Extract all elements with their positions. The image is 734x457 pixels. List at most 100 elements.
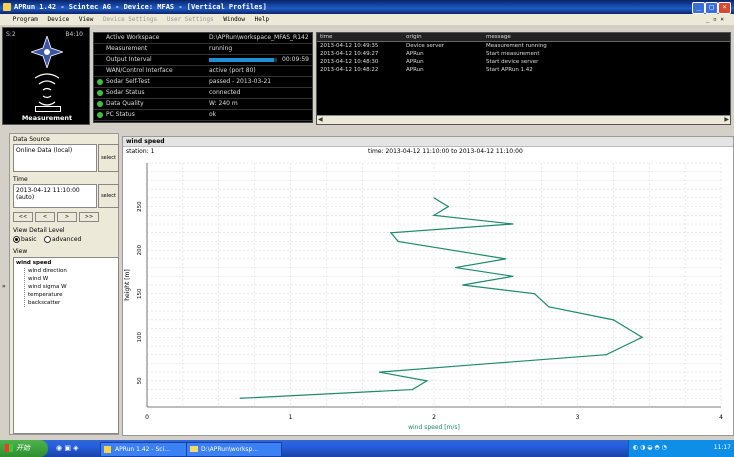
start-button[interactable]: 开始 xyxy=(0,440,48,457)
data-source-label: Data Source xyxy=(13,136,50,143)
message-time: 2013-04-12 10:48:22 xyxy=(320,67,379,73)
message-text: Start device server xyxy=(486,59,539,65)
col-time-header: time xyxy=(320,34,333,40)
menu-program[interactable]: Program xyxy=(13,16,38,23)
status-key: Measurement xyxy=(106,45,148,52)
view-detail-label: View Detail Level xyxy=(13,227,65,234)
close-button[interactable]: × xyxy=(718,2,731,14)
data-point xyxy=(433,214,435,216)
mdi-controls[interactable]: _ ▫ × xyxy=(706,14,724,25)
basic-radio[interactable] xyxy=(13,236,20,243)
status-ok-icon xyxy=(97,112,103,118)
tree-item[interactable]: wind speed xyxy=(16,260,51,267)
status-value: passed - 2013-03-21 xyxy=(209,78,272,85)
data-point xyxy=(397,240,399,243)
task-folder[interactable]: D:\APRun\worksp... xyxy=(186,442,282,457)
chart-panel: wind speed station: 1 time: 2013-04-12 1… xyxy=(122,136,734,436)
message-log-scrollbar[interactable]: ◀ ▶ xyxy=(317,115,730,124)
message-row[interactable]: 2013-04-12 10:48:30 APRun Start device ser… xyxy=(317,58,730,66)
menu-view[interactable]: View xyxy=(79,16,93,23)
taskbar: 开始 ◉ ▣ ◈ APRun 1.42 - Sci... D:\APRun\wo… xyxy=(0,440,734,457)
status-value: D:\APRun\workspace_MFAS_R142 xyxy=(209,34,309,41)
y-tick-label: 50 xyxy=(137,377,143,384)
x-tick-label: 4 xyxy=(719,414,723,421)
data-point xyxy=(505,258,507,260)
menu-window[interactable]: Window xyxy=(223,16,245,23)
measurement-panel[interactable]: S:2 B4:10 Measurement xyxy=(2,27,90,125)
menu-device[interactable]: Device xyxy=(48,16,70,23)
next-button[interactable]: > xyxy=(57,212,77,222)
status-value: 00:09:59 xyxy=(282,56,309,63)
x-axis-label: wind speed [m/s] xyxy=(408,424,460,431)
view-label: View xyxy=(13,248,28,255)
data-point xyxy=(548,306,550,308)
message-origin: APRun xyxy=(406,51,424,57)
tree-item[interactable]: wind W xyxy=(24,276,48,283)
panel-left-label: S:2 xyxy=(6,31,16,38)
message-row[interactable]: 2013-04-12 10:49:27 APRun Start measuremen… xyxy=(317,50,730,58)
maximize-button[interactable]: □ xyxy=(705,2,718,14)
message-time: 2013-04-12 10:49:35 xyxy=(320,43,379,49)
data-source-field[interactable]: Online Data (local) xyxy=(13,144,97,172)
status-value: active (port 80) xyxy=(209,67,256,74)
data-point xyxy=(533,293,536,295)
y-tick-label: 250 xyxy=(137,201,143,212)
tree-item[interactable]: wind direction xyxy=(24,268,67,275)
message-time: 2013-04-12 10:49:27 xyxy=(320,51,379,57)
menu-user-settings[interactable]: User Settings xyxy=(167,16,214,23)
collapse-sidebar-icon[interactable]: » xyxy=(2,283,6,290)
y-tick-label: 200 xyxy=(137,244,143,255)
status-table: Active Workspace D:\APRun\workspace_MFAS_… xyxy=(93,32,313,123)
message-row[interactable]: 2013-04-12 10:49:35 Device server Measurem… xyxy=(317,42,730,50)
task-aprun-label: APRun 1.42 - Sci... xyxy=(115,446,170,453)
data-point xyxy=(390,232,392,234)
x-tick-label: 3 xyxy=(576,414,580,421)
data-source-select-button[interactable]: select xyxy=(98,144,119,172)
window-title-bar: APRun 1.42 - Scintec AG - Device: MFAS -… xyxy=(0,0,734,14)
status-key: Sodar Status xyxy=(106,89,145,96)
station-label: station: 1 xyxy=(126,148,155,155)
data-source-value: Online Data (local) xyxy=(16,147,73,154)
scroll-left-icon[interactable]: ◀ xyxy=(318,116,323,124)
window-title: APRun 1.42 - Scintec AG - Device: MFAS -… xyxy=(14,3,267,11)
message-row[interactable]: 2013-04-12 10:48:22 APRun Start APRun 1.42 xyxy=(317,66,730,74)
time-label: Time xyxy=(13,176,28,183)
tree-item[interactable]: backscatter xyxy=(24,300,60,307)
output-interval-bar xyxy=(209,58,277,62)
view-tree[interactable]: wind speed wind direction wind Wwind sigma… xyxy=(13,257,119,434)
minimize-button[interactable]: _ xyxy=(692,2,705,14)
measurement-progress-bar xyxy=(35,106,61,112)
menu-device-settings[interactable]: Device Settings xyxy=(103,16,157,23)
status-value: running xyxy=(209,45,233,52)
data-point xyxy=(462,284,464,286)
wind-speed-chart: 0 1 2 3 4 50 100 150 200 250 wind speed [m/s] heigh… xyxy=(124,162,723,431)
message-text: Measurement running xyxy=(486,43,547,49)
scroll-right-icon[interactable]: ▶ xyxy=(724,116,729,124)
measurement-label: Measurement xyxy=(21,114,73,122)
task-folder-label: D:\APRun\worksp... xyxy=(201,446,259,453)
col-message-header: message xyxy=(486,34,511,40)
status-key: Active Workspace xyxy=(106,34,160,41)
advanced-radio[interactable] xyxy=(44,236,51,243)
tray-icons[interactable]: ◐ ◑ ◒ ◓ ◔ xyxy=(633,444,667,451)
status-key: Output Interval xyxy=(106,56,152,63)
task-aprun[interactable]: APRun 1.42 - Sci... xyxy=(100,442,196,457)
status-key: WAN/Control Interface xyxy=(106,67,173,74)
quicklaunch-icons[interactable]: ◉ ▣ ◈ xyxy=(56,444,79,452)
first-button[interactable]: << xyxy=(13,212,33,222)
last-button[interactable]: >> xyxy=(79,212,99,222)
time-field[interactable]: 2013-04-12 11:10:00 (auto) xyxy=(13,184,97,208)
message-origin: APRun xyxy=(406,67,424,73)
previous-button[interactable]: < xyxy=(35,212,55,222)
tree-item[interactable]: temperature xyxy=(24,292,63,299)
compass-icon xyxy=(31,36,63,68)
message-log[interactable]: time origin message 2013-04-12 10:49:35 D… xyxy=(316,32,731,125)
x-tick-label: 1 xyxy=(289,414,293,421)
clock: 11:17 xyxy=(713,444,731,451)
x-tick-label: 0 xyxy=(145,414,149,421)
time-select-button[interactable]: select xyxy=(98,184,119,208)
menu-bar: Program Device View Device Settings User… xyxy=(0,14,734,25)
menu-help[interactable]: Help xyxy=(255,16,269,23)
chart-panel-header: wind speed xyxy=(123,137,733,147)
tree-item[interactable]: wind sigma W xyxy=(24,284,67,291)
